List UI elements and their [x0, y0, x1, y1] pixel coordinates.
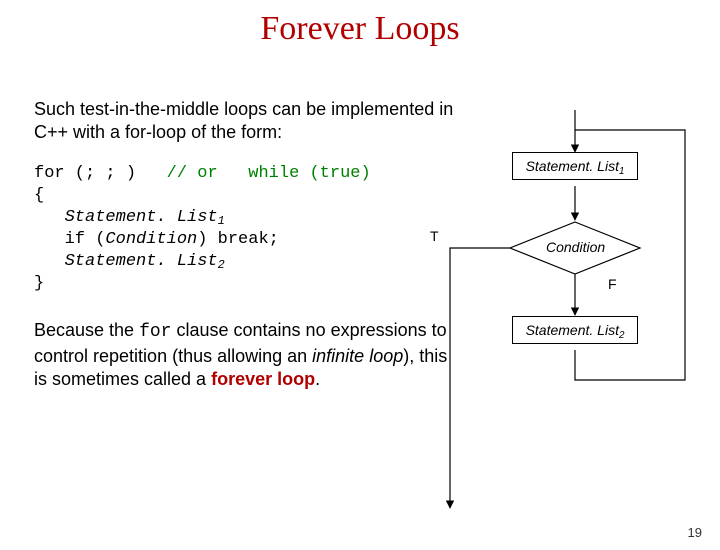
- code-stmt1-sub: 1: [218, 214, 225, 228]
- code-stmt2-sub: 2: [218, 258, 225, 272]
- code-while: while (true): [248, 164, 370, 183]
- code-if-cond: Condition: [105, 230, 197, 249]
- slide-number: 19: [688, 525, 702, 540]
- flow-node-stmt2: Statement. List2: [512, 316, 638, 344]
- slide-body: Such test-in-the-middle loops can be imp…: [34, 98, 454, 410]
- p2-forever: forever loop: [211, 369, 315, 389]
- flowchart: Statement. List1 Condition Statement. Li…: [480, 100, 710, 510]
- p2-d: .: [315, 369, 320, 389]
- flow-node-stmt1-sub: 1: [619, 166, 624, 177]
- slide-title: Forever Loops: [0, 10, 720, 48]
- flow-node-stmt1-text: Statement. List: [526, 158, 619, 174]
- outro-paragraph: Because the for clause contains no expre…: [34, 319, 454, 391]
- intro-paragraph: Such test-in-the-middle loops can be imp…: [34, 98, 454, 145]
- code-open-brace: {: [34, 185, 454, 207]
- flow-label-true: T: [430, 228, 439, 244]
- code-for: for (; ; ): [34, 164, 136, 183]
- code-if-c: ) break;: [197, 230, 279, 249]
- flow-node-stmt1: Statement. List1: [512, 152, 638, 180]
- flow-node-stmt2-sub: 2: [619, 330, 624, 341]
- flow-label-false: F: [608, 276, 617, 292]
- code-block: for (; ; ) // or while (true) { Statemen…: [34, 163, 454, 296]
- p2-infinite: infinite loop: [312, 346, 403, 366]
- code-stmt1: Statement. List: [65, 208, 218, 227]
- flow-condition-label: Condition: [546, 239, 605, 255]
- p2-for: for: [139, 322, 171, 342]
- code-comment: // or: [167, 164, 218, 183]
- p2-a: Because the: [34, 320, 139, 340]
- code-if-a: if (: [65, 230, 106, 249]
- code-close-brace: }: [34, 273, 454, 295]
- flow-node-stmt2-text: Statement. List: [526, 322, 619, 338]
- code-stmt2: Statement. List: [65, 252, 218, 271]
